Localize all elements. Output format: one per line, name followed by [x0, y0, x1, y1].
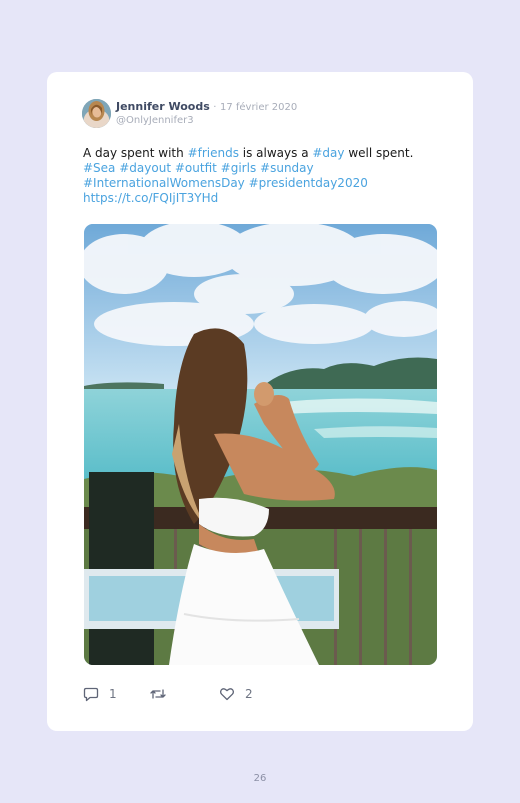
tweet-text-line: #InternationalWomensDay #presidentday202… [83, 176, 443, 191]
hashtag-friends[interactable]: #friends [188, 146, 239, 160]
text-segment: well spent. [344, 146, 414, 160]
author-name[interactable]: Jennifer Woods [116, 100, 210, 113]
hashtag-sea[interactable]: #Sea [83, 161, 115, 175]
tweet-actions: 1 2 [83, 684, 423, 704]
hashtag-sunday[interactable]: #sunday [260, 161, 314, 175]
tweet-link[interactable]: https://t.co/FQIjIT3YHd [83, 191, 218, 205]
author-line: Jennifer Woods · 17 février 2020 [116, 100, 297, 115]
tweet-photo[interactable] [84, 224, 437, 665]
hashtag-outfit[interactable]: #outfit [175, 161, 217, 175]
hashtag-internationalwomensday[interactable]: #InternationalWomensDay [83, 176, 245, 190]
heart-icon [219, 686, 235, 702]
text-segment: A day spent with [83, 146, 188, 160]
hashtag-presidentday2020[interactable]: #presidentday2020 [249, 176, 368, 190]
tweet-text-line: A day spent with #friends is always a #d… [83, 146, 443, 161]
hashtag-dayout[interactable]: #dayout [119, 161, 171, 175]
reply-count: 1 [109, 687, 117, 701]
tweet-text: A day spent with #friends is always a #d… [83, 146, 443, 206]
tweet-text-line: https://t.co/FQIjIT3YHd [83, 191, 443, 206]
retweet-button[interactable] [149, 684, 177, 704]
tweet-card: Jennifer Woods · 17 février 2020 @OnlyJe… [47, 72, 473, 731]
author-avatar[interactable] [82, 99, 111, 128]
page-number: 26 [253, 773, 267, 784]
text-segment: is always a [238, 146, 313, 160]
like-button[interactable]: 2 [219, 684, 253, 704]
like-count: 2 [245, 687, 253, 701]
tweet-date[interactable]: 17 février 2020 [220, 102, 297, 113]
author-handle[interactable]: @OnlyJennifer3 [116, 114, 194, 127]
reply-button[interactable]: 1 [83, 684, 117, 704]
hashtag-girls[interactable]: #girls [221, 161, 257, 175]
retweet-icon [149, 686, 167, 702]
reply-icon [83, 686, 99, 702]
meta-separator: · [213, 102, 217, 113]
tweet-text-line: #Sea #dayout #outfit #girls #sunday [83, 161, 443, 176]
hashtag-day[interactable]: #day [312, 146, 344, 160]
